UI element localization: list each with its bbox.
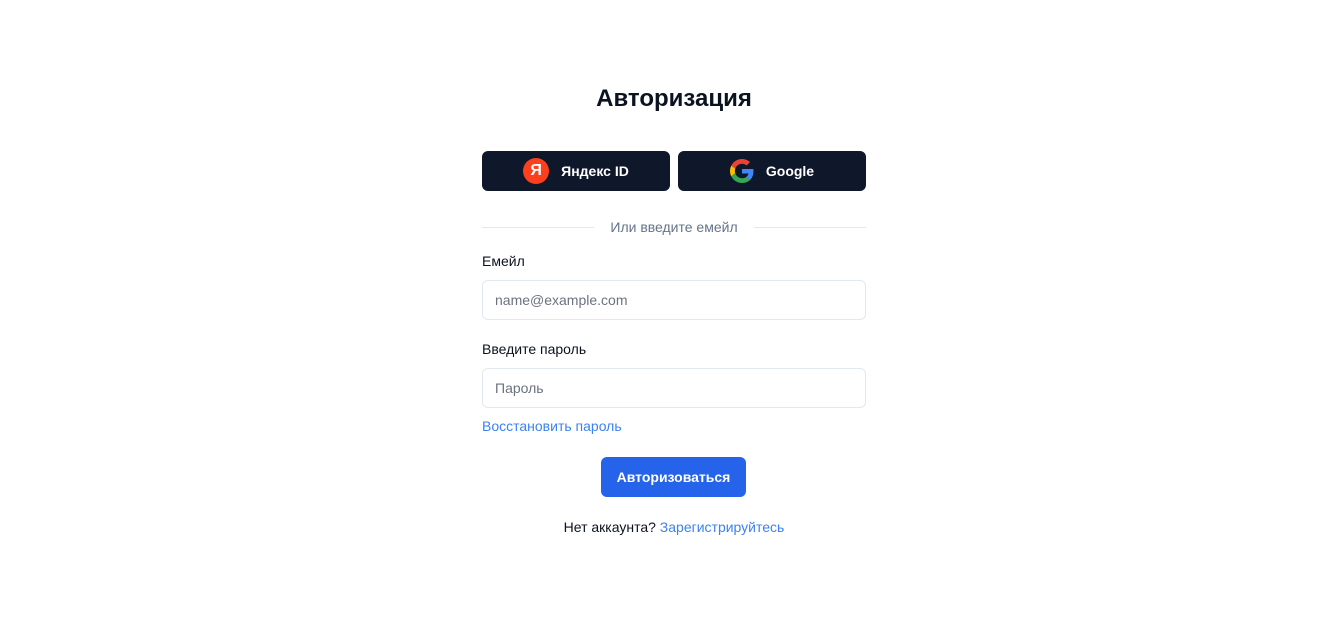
yandex-id-label: Яндекс ID [561, 163, 629, 179]
google-icon [729, 159, 754, 183]
signup-text: Нет аккаунта? [563, 519, 656, 535]
login-page: Авторизация Я Яндекс ID Google Или введи… [0, 0, 1327, 618]
login-button[interactable]: Авторизоваться [601, 457, 746, 497]
page-title: Авторизация [596, 85, 752, 112]
or-divider: Или введите емейл [482, 217, 866, 237]
password-field[interactable] [482, 368, 866, 408]
yandex-icon: Я [523, 158, 550, 184]
divider-line-left [482, 226, 595, 228]
oauth-buttons: Я Яндекс ID Google [482, 151, 866, 191]
divider-text: Или введите емейл [610, 219, 738, 235]
google-label: Google [765, 163, 815, 179]
email-field[interactable] [482, 280, 866, 320]
signup-prompt: Нет аккаунта? Зарегистрируйтесь [482, 518, 866, 536]
email-label: Емейл [482, 253, 525, 269]
yandex-id-button[interactable]: Я Яндекс ID [482, 151, 670, 191]
restore-password-link[interactable]: Восстановить пароль [482, 417, 622, 435]
divider-line-right [753, 226, 866, 228]
password-label: Введите пароль [482, 341, 587, 357]
google-button[interactable]: Google [678, 151, 866, 191]
signup-link[interactable]: Зарегистрируйтесь [660, 519, 785, 535]
